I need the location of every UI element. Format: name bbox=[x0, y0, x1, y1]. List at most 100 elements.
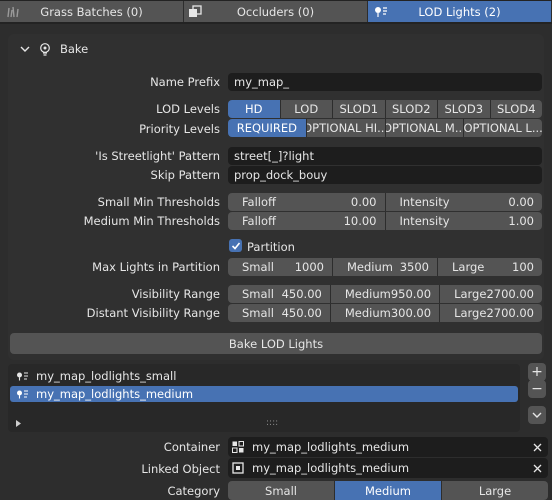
distant-visibility-range-fields: Small 450.00 Medium 300.00 Large 2700.00 bbox=[228, 304, 542, 322]
field-label: Falloff bbox=[242, 214, 276, 228]
field-label: Intensity bbox=[399, 195, 450, 209]
checkmark-icon bbox=[231, 241, 240, 250]
lod-option-slod3[interactable]: SLOD3 bbox=[438, 100, 491, 118]
distant-visibility-small-field[interactable]: Small 450.00 bbox=[228, 304, 331, 322]
medium-falloff-field[interactable]: Falloff 10.00 bbox=[228, 212, 386, 230]
category-option-large[interactable]: Large bbox=[442, 481, 548, 500]
streetlight-pattern-input[interactable]: street[_]?light bbox=[228, 147, 542, 165]
distant-visibility-range-label: Distant Visibility Range bbox=[86, 306, 220, 320]
priority-levels-label: Priority Levels bbox=[139, 122, 220, 136]
container-value: my_map_lodlights_medium bbox=[252, 440, 410, 454]
max-lights-fields: Small 1000 Medium 3500 Large 100 bbox=[228, 258, 542, 276]
priority-option-required[interactable]: REQUIRED bbox=[228, 119, 307, 137]
linked-object-field[interactable]: my_map_lodlights_medium bbox=[228, 458, 548, 478]
category-option-small[interactable]: Small bbox=[228, 481, 335, 500]
list-item-label: my_map_lodlights_small bbox=[36, 369, 177, 383]
chevron-down-icon bbox=[532, 412, 542, 418]
field-value: 0.00 bbox=[508, 195, 534, 209]
field-label: Large bbox=[454, 306, 487, 320]
max-lights-small-field[interactable]: Small 1000 bbox=[228, 258, 333, 276]
field-label: Large bbox=[452, 260, 485, 274]
skip-pattern-label: Skip Pattern bbox=[150, 168, 220, 182]
close-icon[interactable] bbox=[533, 464, 542, 473]
light-icon bbox=[17, 390, 28, 399]
priority-option-optional-m[interactable]: OPTIONAL M... bbox=[385, 119, 465, 137]
distant-visibility-medium-field[interactable]: Medium 300.00 bbox=[330, 304, 441, 322]
field-value: 2700.00 bbox=[486, 287, 534, 301]
field-value: 3500 bbox=[399, 260, 429, 274]
max-lights-large-field[interactable]: Large 100 bbox=[438, 258, 542, 276]
list-item[interactable]: my_map_lodlights_small bbox=[10, 368, 518, 384]
field-label: Intensity bbox=[399, 214, 450, 228]
field-value: 0.00 bbox=[350, 195, 377, 209]
field-value: 300.00 bbox=[390, 306, 432, 320]
distant-visibility-large-field[interactable]: Large 2700.00 bbox=[440, 304, 542, 322]
medium-min-thresholds-fields: Falloff 10.00 Intensity 1.00 bbox=[228, 212, 542, 230]
lod-option-lod[interactable]: LOD bbox=[280, 100, 333, 118]
linked-object-label: Linked Object bbox=[141, 462, 220, 476]
expand-triangle-icon[interactable] bbox=[15, 420, 22, 427]
lod-levels-selector: HD LOD SLOD1 SLOD2 SLOD3 SLOD4 bbox=[228, 100, 542, 118]
field-value: 2700.00 bbox=[486, 306, 534, 320]
field-value: 950.00 bbox=[390, 287, 432, 301]
small-min-thresholds-fields: Falloff 0.00 Intensity 0.00 bbox=[228, 193, 542, 211]
small-min-thresholds-label: Small Min Thresholds bbox=[97, 195, 220, 209]
visibility-large-field[interactable]: Large 2700.00 bbox=[440, 285, 542, 303]
lod-option-slod1[interactable]: SLOD1 bbox=[333, 100, 386, 118]
partition-checkbox[interactable] bbox=[229, 239, 242, 252]
grass-icon bbox=[7, 6, 19, 18]
small-intensity-field[interactable]: Intensity 0.00 bbox=[385, 193, 542, 211]
lod-levels-label: LOD Levels bbox=[156, 102, 220, 116]
remove-item-button[interactable]: − bbox=[528, 380, 546, 398]
field-label: Medium bbox=[344, 287, 391, 301]
max-lights-label: Max Lights in Partition bbox=[92, 260, 220, 274]
bake-panel-header[interactable]: Bake bbox=[8, 34, 544, 64]
field-value: 1.00 bbox=[508, 214, 534, 228]
resize-grip[interactable]: :::: bbox=[266, 418, 278, 428]
visibility-small-field[interactable]: Small 450.00 bbox=[228, 285, 331, 303]
field-value: 450.00 bbox=[281, 306, 322, 320]
tab-lod-lights[interactable]: LOD Lights (2) bbox=[368, 1, 552, 22]
tab-label: LOD Lights (2) bbox=[418, 4, 501, 19]
occluder-icon bbox=[189, 5, 202, 17]
tab-occluders[interactable]: Occluders (0) bbox=[184, 1, 368, 22]
list-item-selected[interactable]: my_map_lodlights_medium bbox=[10, 386, 518, 402]
tab-bar: Grass Batches (0) Occluders (0) LOD Ligh… bbox=[0, 0, 552, 24]
lod-option-slod4[interactable]: SLOD4 bbox=[490, 100, 542, 118]
container-field[interactable]: my_map_lodlights_medium bbox=[228, 437, 548, 457]
streetlight-pattern-label: 'Is Streetlight' Pattern bbox=[95, 149, 220, 163]
object-icon bbox=[232, 462, 244, 474]
tab-grass-batches[interactable]: Grass Batches (0) bbox=[0, 1, 184, 22]
field-label: Small bbox=[242, 287, 274, 301]
skip-pattern-input[interactable]: prop_dock_bouy bbox=[228, 166, 542, 184]
tab-label: Grass Batches (0) bbox=[40, 4, 143, 19]
field-label: Small bbox=[242, 260, 274, 274]
priority-option-optional-hi[interactable]: OPTIONAL HI... bbox=[306, 119, 386, 137]
visibility-medium-field[interactable]: Medium 950.00 bbox=[330, 285, 441, 303]
field-value: 450.00 bbox=[281, 287, 322, 301]
panel-title: Bake bbox=[60, 42, 89, 56]
priority-levels-selector: REQUIRED OPTIONAL HI... OPTIONAL M... OP… bbox=[228, 119, 542, 137]
light-icon bbox=[17, 372, 28, 381]
bake-lod-lights-button[interactable]: Bake LOD Lights bbox=[10, 333, 542, 354]
add-item-button[interactable]: + bbox=[528, 363, 546, 381]
close-icon[interactable] bbox=[533, 443, 542, 452]
light-icon bbox=[375, 7, 387, 17]
lightbulb-icon bbox=[40, 43, 50, 56]
tab-label: Occluders (0) bbox=[236, 4, 315, 19]
name-prefix-input[interactable]: my_map_ bbox=[228, 73, 542, 91]
collection-icon bbox=[232, 441, 244, 453]
medium-intensity-field[interactable]: Intensity 1.00 bbox=[385, 212, 542, 230]
field-label: Medium bbox=[344, 306, 391, 320]
field-label: Falloff bbox=[242, 195, 276, 209]
visibility-range-fields: Small 450.00 Medium 950.00 Large 2700.00 bbox=[228, 285, 542, 303]
list-item-label: my_map_lodlights_medium bbox=[36, 387, 194, 401]
list-menu-button[interactable] bbox=[528, 406, 546, 424]
priority-option-optional-l[interactable]: OPTIONAL L... bbox=[464, 119, 542, 137]
field-label: Large bbox=[454, 287, 487, 301]
max-lights-medium-field[interactable]: Medium 3500 bbox=[333, 258, 438, 276]
lod-option-hd[interactable]: HD bbox=[228, 100, 281, 118]
small-falloff-field[interactable]: Falloff 0.00 bbox=[228, 193, 386, 211]
category-option-medium[interactable]: Medium bbox=[335, 481, 442, 500]
lod-option-slod2[interactable]: SLOD2 bbox=[385, 100, 438, 118]
